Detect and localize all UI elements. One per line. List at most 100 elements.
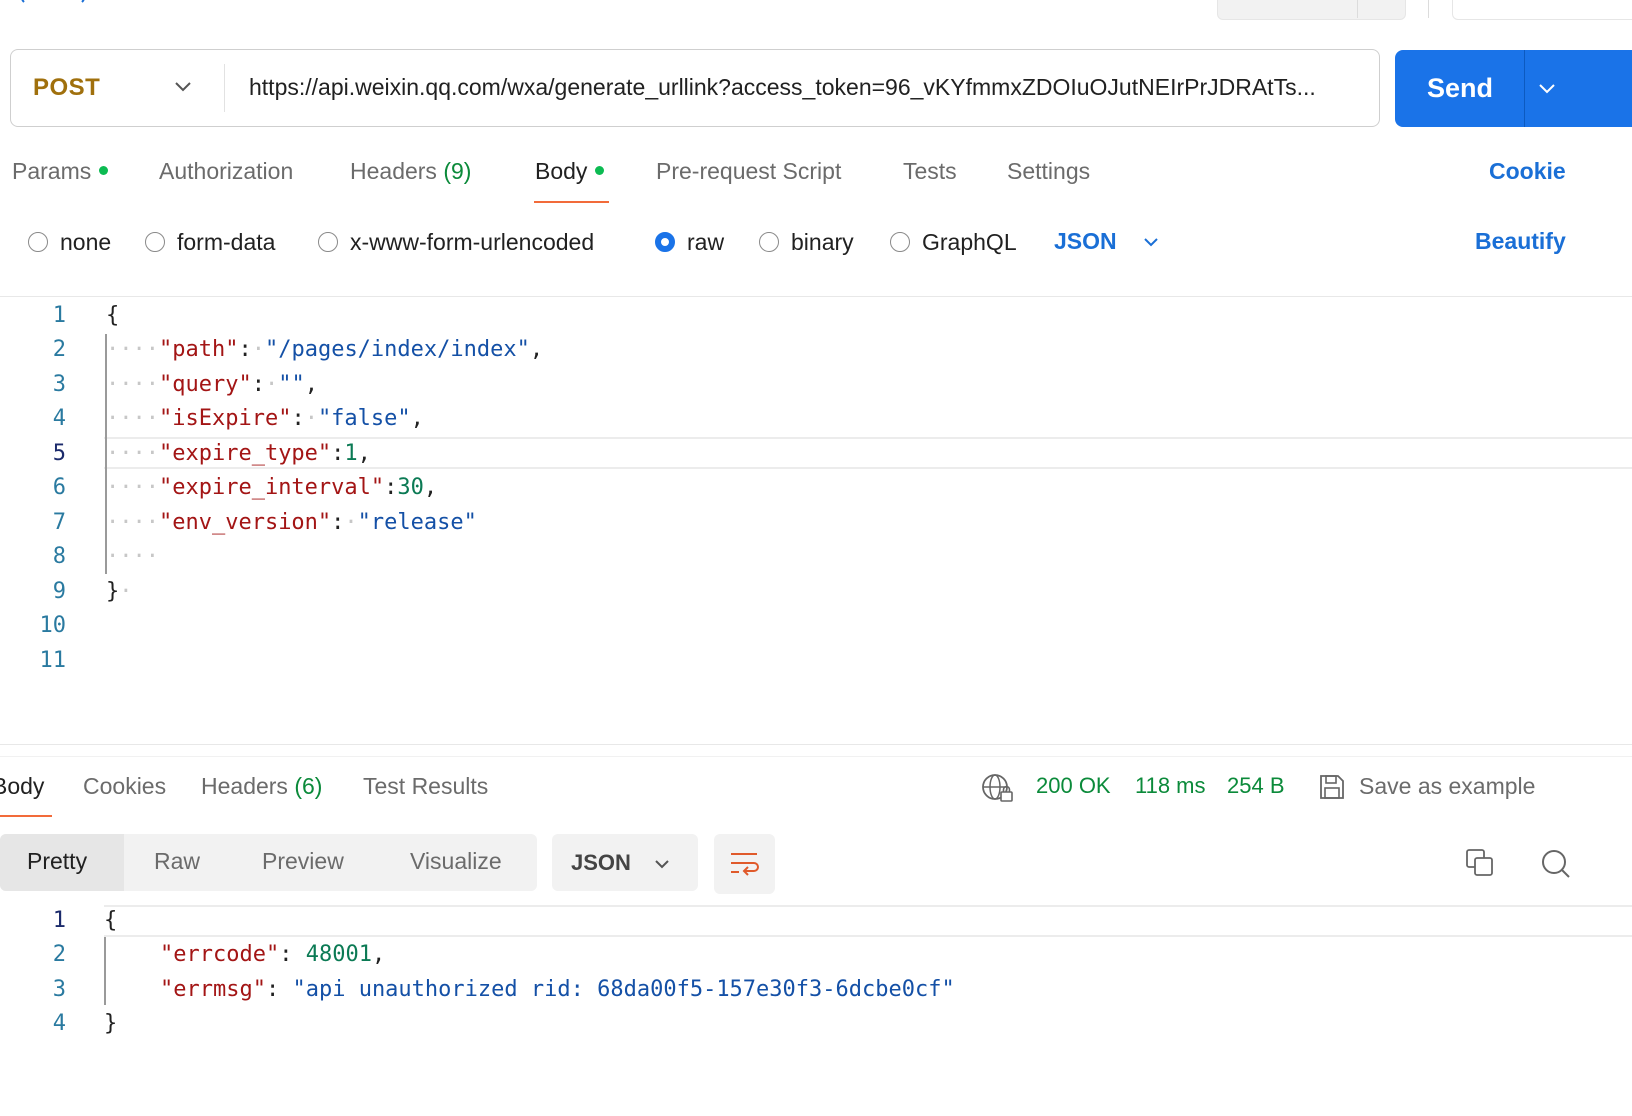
headers-count: (9) [443, 158, 472, 184]
colon: : [265, 977, 293, 1002]
tab-body[interactable]: Body [535, 158, 605, 185]
line-number: 10 [39, 613, 67, 638]
search-icon[interactable] [1540, 848, 1570, 878]
whitespace-dots: · [344, 510, 358, 535]
json-number: 30 [397, 475, 424, 500]
response-format-select[interactable]: JSON [552, 834, 698, 891]
top-toolbar-button-right[interactable] [1452, 0, 1632, 20]
whitespace-dots: ···· [106, 406, 159, 431]
chevron-down-icon[interactable] [1535, 76, 1559, 100]
radio-raw[interactable]: raw [655, 228, 724, 256]
code-line[interactable]: ····"path":·"/pages/index/index", [106, 333, 543, 367]
send-button[interactable]: Send [1395, 50, 1632, 127]
top-toolbar-button[interactable] [1217, 0, 1406, 20]
save-as-example-button[interactable]: Save as example [1359, 773, 1535, 800]
request-url-bar: POST https://api.weixin.qq.com/wxa/gener… [10, 49, 1380, 127]
comma: , [423, 475, 438, 500]
pane-splitter[interactable] [0, 744, 1632, 745]
comma: , [371, 942, 386, 967]
tab-authorization[interactable]: Authorization [159, 158, 293, 185]
tab-settings[interactable]: Settings [1007, 158, 1090, 185]
response-tab-cookies[interactable]: Cookies [83, 773, 166, 800]
tab-prerequest-script[interactable]: Pre-request Script [656, 158, 841, 185]
code-line[interactable]: }· [106, 575, 133, 609]
code-line[interactable]: ····"expire_type":1, [106, 437, 371, 471]
code-line[interactable]: ····"expire_interval":30, [106, 471, 437, 505]
json-key: "errcode" [160, 942, 280, 967]
editor-top-border [0, 296, 1632, 297]
code-line[interactable]: ····"isExpire":·"false", [106, 402, 424, 436]
wrap-lines-button[interactable] [714, 834, 775, 894]
json-value: "release" [357, 510, 477, 535]
tab-headers[interactable]: Headers (9) [350, 158, 471, 185]
line-number: 2 [52, 337, 66, 362]
cookies-link[interactable]: Cookie [1489, 158, 1566, 185]
chevron-down-icon[interactable] [171, 74, 195, 98]
beautify-link[interactable]: Beautify [1475, 228, 1566, 255]
json-key: "query" [158, 372, 252, 397]
url-input[interactable]: https://api.weixin.qq.com/wxa/generate_u… [249, 74, 1364, 101]
json-key: "env_version" [158, 510, 332, 535]
radio-graphql[interactable]: GraphQL [890, 228, 1017, 256]
response-size[interactable]: 254 B [1227, 773, 1285, 799]
colon: : [238, 337, 252, 362]
radio-circle [759, 232, 779, 252]
response-active-tab-underline [0, 815, 52, 817]
view-preview[interactable]: Preview [262, 848, 344, 875]
code-line[interactable]: ····"query":·"", [106, 368, 318, 402]
json-key: "isExpire" [158, 406, 292, 431]
back-arrow-icon[interactable] [18, 0, 88, 8]
tab-body-label: Body [535, 158, 588, 184]
response-tab-headers[interactable]: Headers (6) [201, 773, 322, 800]
response-time[interactable]: 118 ms [1135, 773, 1206, 799]
json-key: "expire_interval" [158, 475, 385, 500]
chevron-down-icon [655, 860, 669, 869]
line-number: 1 [52, 908, 66, 933]
close-brace: } [104, 1011, 118, 1036]
send-divider [1524, 50, 1525, 127]
close-brace: } [106, 579, 120, 604]
open-brace: { [106, 303, 120, 328]
code-line[interactable]: ···· [106, 540, 159, 574]
response-tab-test-results[interactable]: Test Results [363, 773, 488, 800]
json-value: "api unauthorized rid: 68da00f5-157e30f3… [292, 977, 955, 1002]
whitespace-dots: ···· [106, 510, 159, 535]
code-line[interactable]: ····"env_version":·"release" [106, 506, 477, 540]
save-icon[interactable] [1318, 773, 1346, 801]
tab-params-label: Params [12, 158, 92, 184]
send-label: Send [1427, 73, 1494, 103]
pane-splitter-shadow [0, 756, 1632, 757]
whitespace-dots: ···· [106, 372, 159, 397]
body-format-select[interactable]: JSON [1054, 228, 1117, 255]
colon: : [331, 510, 345, 535]
code-line[interactable]: { [106, 299, 119, 333]
radio-urlencoded[interactable]: x-www-form-urlencoded [318, 228, 594, 256]
copy-icon[interactable] [1465, 848, 1495, 878]
chevron-down-icon[interactable] [1141, 232, 1161, 252]
json-number: 1 [344, 441, 358, 466]
method-select[interactable]: POST [33, 74, 100, 102]
view-pretty[interactable]: Pretty [27, 848, 87, 875]
params-indicator-dot [99, 166, 109, 176]
tab-params[interactable]: Params [12, 158, 109, 185]
response-tab-body[interactable]: Body [0, 773, 44, 800]
whitespace-dots: ···· [106, 475, 159, 500]
tab-tests[interactable]: Tests [903, 158, 957, 185]
radio-none[interactable]: none [28, 228, 111, 256]
json-key: "errmsg" [160, 977, 266, 1002]
view-visualize[interactable]: Visualize [410, 848, 502, 875]
whitespace-dots: · [264, 372, 279, 397]
view-raw[interactable]: Raw [154, 848, 200, 875]
response-view-switcher: Pretty Raw Preview Visualize [0, 834, 537, 891]
response-current-line-highlight [104, 905, 1632, 937]
comma: , [529, 337, 544, 362]
response-code-line: "errcode": 48001, [160, 938, 385, 972]
response-status[interactable]: 200 OK [1036, 773, 1111, 799]
colon: : [251, 372, 265, 397]
indent-guide [104, 937, 106, 1005]
radio-form-data[interactable]: form-data [145, 228, 275, 256]
globe-icon[interactable] [981, 773, 1015, 803]
colon: : [291, 406, 305, 431]
radio-binary[interactable]: binary [759, 228, 854, 256]
radio-form-data-label: form-data [177, 228, 276, 255]
